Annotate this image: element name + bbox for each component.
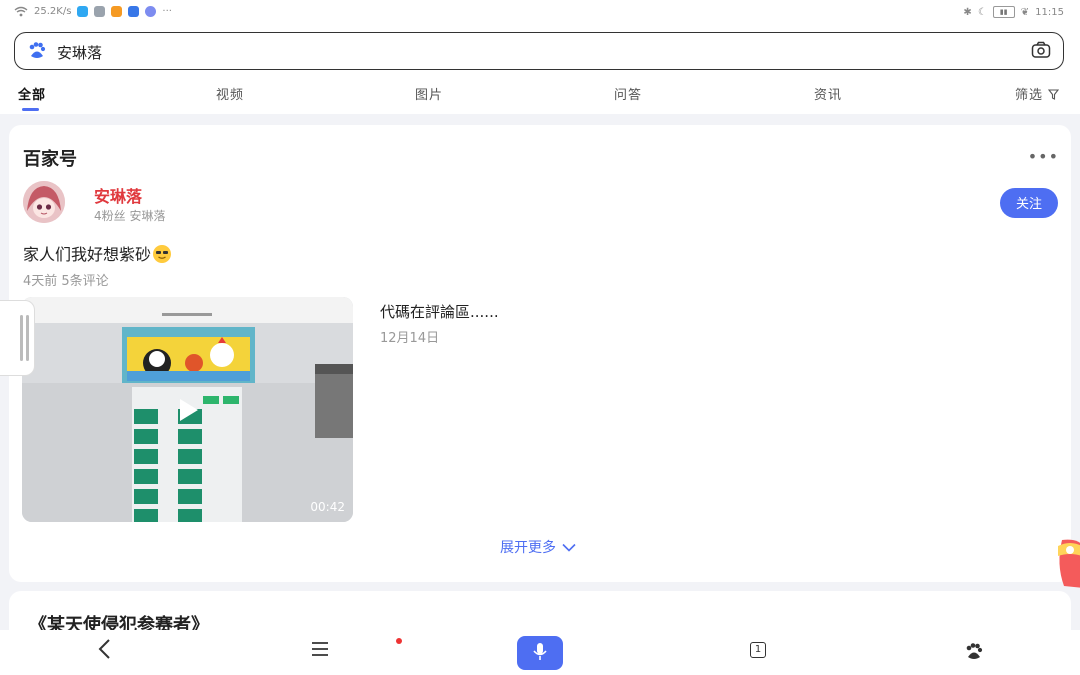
search-query: 安琳落 [57,44,103,62]
avatar-illustration [23,181,65,223]
search-input[interactable]: 安琳落 [14,32,1064,70]
wifi-icon [14,6,28,17]
floating-widget-icon[interactable] [1056,538,1080,590]
expand-more-label: 展开更多 [500,540,556,556]
tab-filter[interactable]: 筛选 [1015,84,1060,103]
tab-all[interactable]: 全部 [18,84,46,103]
search-tabs: 全部 视频 图片 问答 资讯 筛选 [0,80,1080,163]
author-meta: 4粉丝 安琳落 [94,209,166,223]
voice-search-button[interactable] [517,636,563,670]
menu-icon[interactable] [310,638,330,660]
clock-time: 11:15 [1035,6,1064,18]
section-title: 百家号 [23,149,77,170]
tabs-button[interactable]: 1 [750,642,766,658]
app-shield-icon [128,6,140,17]
app-notification-icon [77,6,89,17]
follow-button[interactable]: 关注 [1000,188,1058,218]
leaf-icon: ❦ [1020,6,1030,18]
video-thumbnail[interactable]: 00:42 [22,297,353,522]
video-title[interactable]: 代碼在評論區...... [380,301,499,322]
author-name[interactable]: 安琳落 [94,183,142,207]
baidu-home-icon[interactable] [964,642,984,662]
handle-bar-left [20,315,23,361]
sunglasses-emoji-icon [153,245,172,263]
more-notifications-icon: ··· [162,6,172,17]
battery-icon: ▮▮ [992,6,1015,18]
tab-video[interactable]: 视频 [216,84,244,103]
network-speed: 25.2K/s [34,6,72,17]
camera-icon[interactable] [1031,41,1051,59]
post-text: 家人们我好想紫砂 [23,245,152,264]
post-meta: 4天前 5条评论 [23,274,109,289]
post-text-line[interactable]: 家人们我好想紫砂 [23,241,172,265]
status-bar: 25.2K/s ··· ✱ ☾ ▮▮ ❦ 11:15 [0,0,1080,28]
tab-news[interactable]: 资讯 [814,84,842,103]
app-circle-icon [145,6,157,17]
notification-dot [396,638,402,644]
avatar[interactable] [23,181,65,223]
player-icon [111,6,123,17]
tab-images[interactable]: 图片 [415,84,443,103]
moon-icon: ☾ [977,6,987,18]
side-drawer-handle[interactable] [0,300,35,376]
tabs-count: 1 [754,644,762,655]
play-icon[interactable] [172,395,202,425]
expand-more-button[interactable]: 展开更多 [500,537,576,557]
active-tab-indicator [22,108,39,111]
video-duration: 00:42 [310,500,345,514]
baijiahao-card: 百家号 ••• 安琳落 4粉丝 安琳落 关注 家人们我好想紫砂 4天前 5条评论 [9,125,1071,582]
microphone-icon [533,642,547,660]
chevron-down-icon [562,543,576,552]
bluetooth-icon: ✱ [963,6,972,18]
wechat-icon [94,6,106,17]
handle-bar-right [26,315,29,361]
bottom-nav: 1 [0,630,1080,675]
filter-label: 筛选 [1015,88,1044,103]
tab-qa[interactable]: 问答 [614,84,642,103]
back-icon[interactable] [97,638,113,660]
filter-funnel-icon [1048,89,1060,100]
more-options-icon[interactable]: ••• [1028,147,1059,166]
video-date: 12月14日 [380,331,440,346]
baidu-paw-icon [29,42,46,58]
search-header: 安琳落 全部 视频 图片 问答 资讯 筛选 [0,28,1080,163]
